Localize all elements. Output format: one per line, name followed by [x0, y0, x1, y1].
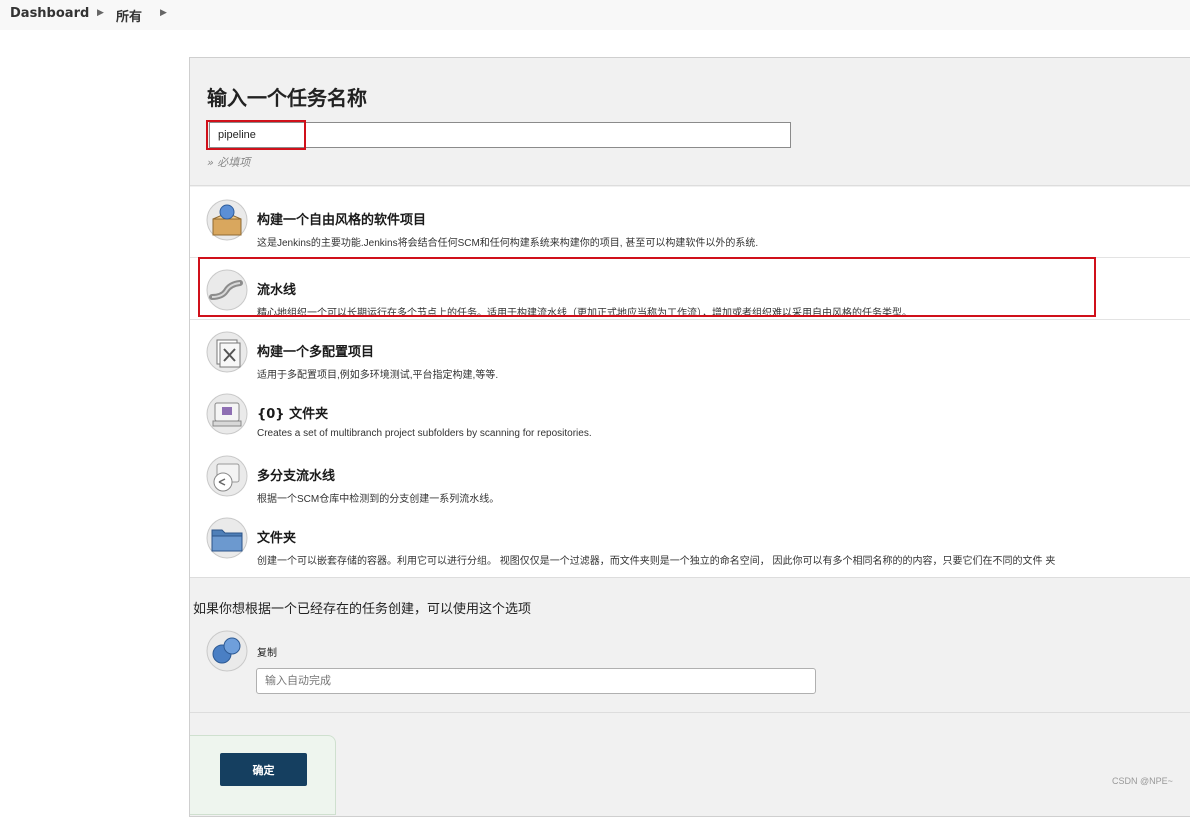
multibranch-pipeline-icon [206, 455, 248, 497]
type-pipeline[interactable]: 流水线 精心地组织一个可以长期运行在多个节点上的任务。适用于构建流水线（更加正式… [190, 257, 1190, 319]
chevron-right-icon[interactable]: ▶ [97, 8, 104, 18]
copy-heading: 如果你想根据一个已经存在的任务创建，可以使用这个选项 [193, 602, 532, 617]
type-description: 精心地组织一个可以长期运行在多个节点上的任务。适用于构建流水线（更加正式地应当称… [257, 308, 912, 319]
type-title: 文件夹 [257, 531, 297, 546]
copy-from-input[interactable] [256, 668, 816, 694]
type-title: 构建一个多配置项目 [257, 345, 375, 360]
type-title: 构建一个自由风格的软件项目 [257, 213, 427, 228]
copy-from-section: 如果你想根据一个已经存在的任务创建，可以使用这个选项 复制 [190, 577, 1190, 713]
type-description: 根据一个SCM仓库中检测到的分支创建一系列流水线。 [257, 494, 500, 505]
type-description: Creates a set of multibranch project sub… [257, 428, 592, 439]
pipeline-icon [206, 269, 248, 311]
type-description: 这是Jenkins的主要功能.Jenkins将会结合任何SCM和任何构建系统来构… [257, 238, 759, 249]
type-freestyle[interactable]: 构建一个自由风格的软件项目 这是Jenkins的主要功能.Jenkins将会结合… [190, 187, 1190, 249]
required-note: » 必填项 [207, 156, 251, 169]
item-type-list: 构建一个自由风格的软件项目 这是Jenkins的主要功能.Jenkins将会结合… [190, 187, 1190, 577]
folder-icon [206, 517, 248, 559]
ok-button[interactable]: 确定 [220, 753, 307, 786]
type-title: 多分支流水线 [257, 469, 336, 484]
type-description: 适用于多配置项目,例如多环境测试,平台指定构建,等等. [257, 370, 499, 381]
breadcrumb: Dashboard ▶ 所有 ▶ [0, 0, 1190, 30]
breadcrumb-dashboard[interactable]: Dashboard [10, 6, 89, 21]
new-item-panel: 输入一个任务名称 » 必填项 构建一个自由风格的软件项目 这是Jenkins的主… [189, 57, 1190, 817]
watermark: CSDN @NPE~ [1112, 776, 1173, 786]
chevron-right-icon[interactable]: ▶ [160, 8, 167, 18]
type-title: {0} 文件夹 [257, 407, 329, 422]
freestyle-project-icon [206, 199, 248, 241]
org-folder-icon [206, 393, 248, 435]
item-name-input[interactable] [209, 122, 791, 148]
copy-icon [206, 630, 248, 672]
page-title: 输入一个任务名称 [207, 86, 367, 110]
type-org-folder[interactable]: {0} 文件夹 Creates a set of multibranch pro… [190, 381, 1190, 441]
type-description: 创建一个可以嵌套存储的容器。利用它可以进行分组。 视图仅仅是一个过滤器，而文件夹… [257, 556, 1056, 567]
item-name-section: 输入一个任务名称 » 必填项 [190, 58, 1190, 186]
copy-label: 复制 [257, 648, 277, 659]
type-title: 流水线 [257, 283, 297, 298]
type-folder[interactable]: 文件夹 创建一个可以嵌套存储的容器。利用它可以进行分组。 视图仅仅是一个过滤器，… [190, 505, 1190, 567]
breadcrumb-all[interactable]: 所有 [116, 6, 142, 25]
multi-config-icon [206, 331, 248, 373]
bottom-sticker: 确定 [190, 735, 336, 815]
type-multi-config[interactable]: 构建一个多配置项目 适用于多配置项目,例如多环境测试,平台指定构建,等等. [190, 319, 1190, 381]
type-multibranch-pipeline[interactable]: 多分支流水线 根据一个SCM仓库中检测到的分支创建一系列流水线。 [190, 443, 1190, 505]
